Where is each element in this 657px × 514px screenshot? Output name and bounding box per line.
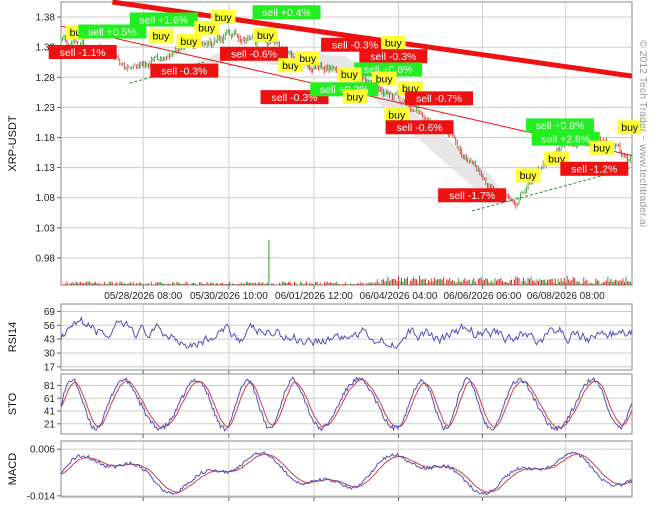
sell-signal-label: sell -0.7%: [416, 93, 462, 105]
rsi-ytick-label: 30: [44, 348, 56, 359]
macd-ytick-label: 0.006: [30, 445, 55, 456]
macd-ytick-label: -0.014: [27, 491, 56, 502]
sell-signal-label: sell +0.5%: [88, 26, 137, 38]
sell-signal-label: sell -0.3%: [370, 51, 416, 63]
sell-signal-label: sell +1.6%: [139, 14, 188, 26]
rsi-ylabel: RSI14: [7, 322, 19, 353]
macd-ylabel: MACD: [7, 453, 19, 485]
sell-signal-label: sell -1.1%: [60, 47, 106, 59]
sto-ylabel: STO: [7, 392, 19, 415]
buy-signal-label: buy: [257, 30, 275, 42]
sto-ytick-label: 81: [44, 381, 56, 392]
x-tick-label: 06/01/2026 12:00: [275, 291, 353, 302]
trading-chart: 1.381.331.281.231.181.131.081.030.98XRP-…: [7, 0, 649, 502]
rsi-ytick-label: 17: [44, 362, 56, 373]
buy-signal-label: buy: [376, 73, 394, 85]
sto-panel: 81 61 4121 STO: [7, 373, 633, 438]
sell-signal-label: sell +0.4%: [262, 7, 311, 19]
rsi-panel: 69 56 43 30 17 RSI14: [7, 303, 633, 374]
sell-signal-label: sell -1.2%: [571, 164, 617, 176]
price-ylabel: XRP-USDT: [7, 115, 19, 172]
price-ytick-label: 1.38: [36, 13, 56, 24]
rsi-ytick-label: 69: [44, 307, 56, 318]
sell-signal-label: sell +0.8%: [536, 120, 585, 132]
macd-panel: 0.006 -0.014 MACD: [7, 440, 633, 502]
sell-signal-label: sell +2.8%: [541, 133, 590, 145]
buy-signal-label: buy: [198, 23, 216, 35]
buy-signal-label: buy: [299, 53, 317, 65]
x-tick-label: 06/04/2026 04:00: [360, 291, 438, 302]
sell-signal-label: sell -1.7%: [449, 190, 495, 202]
sto-ytick-label: 61: [44, 394, 56, 405]
x-tick-label: 05/28/2026 08:00: [104, 291, 182, 302]
price-ytick-label: 1.28: [36, 73, 56, 84]
rsi-ytick-label: 43: [44, 335, 56, 346]
sell-signal-label: sell -0.3%: [161, 65, 207, 77]
buy-signal-label: buy: [347, 91, 365, 103]
price-panel: 1.381.331.281.231.181.131.081.030.98XRP-…: [7, 0, 643, 302]
buy-signal-label: buy: [388, 109, 406, 121]
x-tick-label: 06/06/2026 06:00: [443, 291, 521, 302]
buy-signal-label: buy: [593, 143, 611, 155]
buy-signal-label: buy: [341, 69, 359, 81]
rsi-frame: [60, 303, 633, 371]
buy-signal-label: buy: [621, 122, 639, 134]
x-tick-label: 06/08/2026 08:00: [527, 291, 605, 302]
buy-signal-label: buy: [385, 38, 403, 50]
buy-signal-label: buy: [520, 170, 538, 182]
sto-frame: [60, 373, 633, 435]
price-ytick-label: 1.03: [36, 223, 56, 234]
rsi-ytick-label: 56: [44, 321, 56, 332]
price-ytick-label: 0.98: [36, 253, 56, 264]
watermark: © 2012 Tech Trader ~ www.techtrader.ai: [637, 40, 649, 227]
sell-signal-label: sell -0.6%: [397, 122, 443, 134]
buy-signal-label: buy: [152, 31, 170, 43]
price-ytick-label: 1.18: [36, 133, 56, 144]
sto-ytick-label: 21: [44, 419, 56, 430]
price-ytick-label: 1.23: [36, 103, 56, 114]
sell-signal-label: sell -0.6%: [231, 49, 277, 61]
sto-ytick-label: 41: [44, 407, 56, 418]
buy-signal-label: buy: [180, 36, 198, 48]
x-tick-label: 05/30/2026 10:00: [190, 291, 268, 302]
price-ytick-label: 1.13: [36, 163, 56, 174]
price-ytick-label: 1.08: [36, 193, 56, 204]
